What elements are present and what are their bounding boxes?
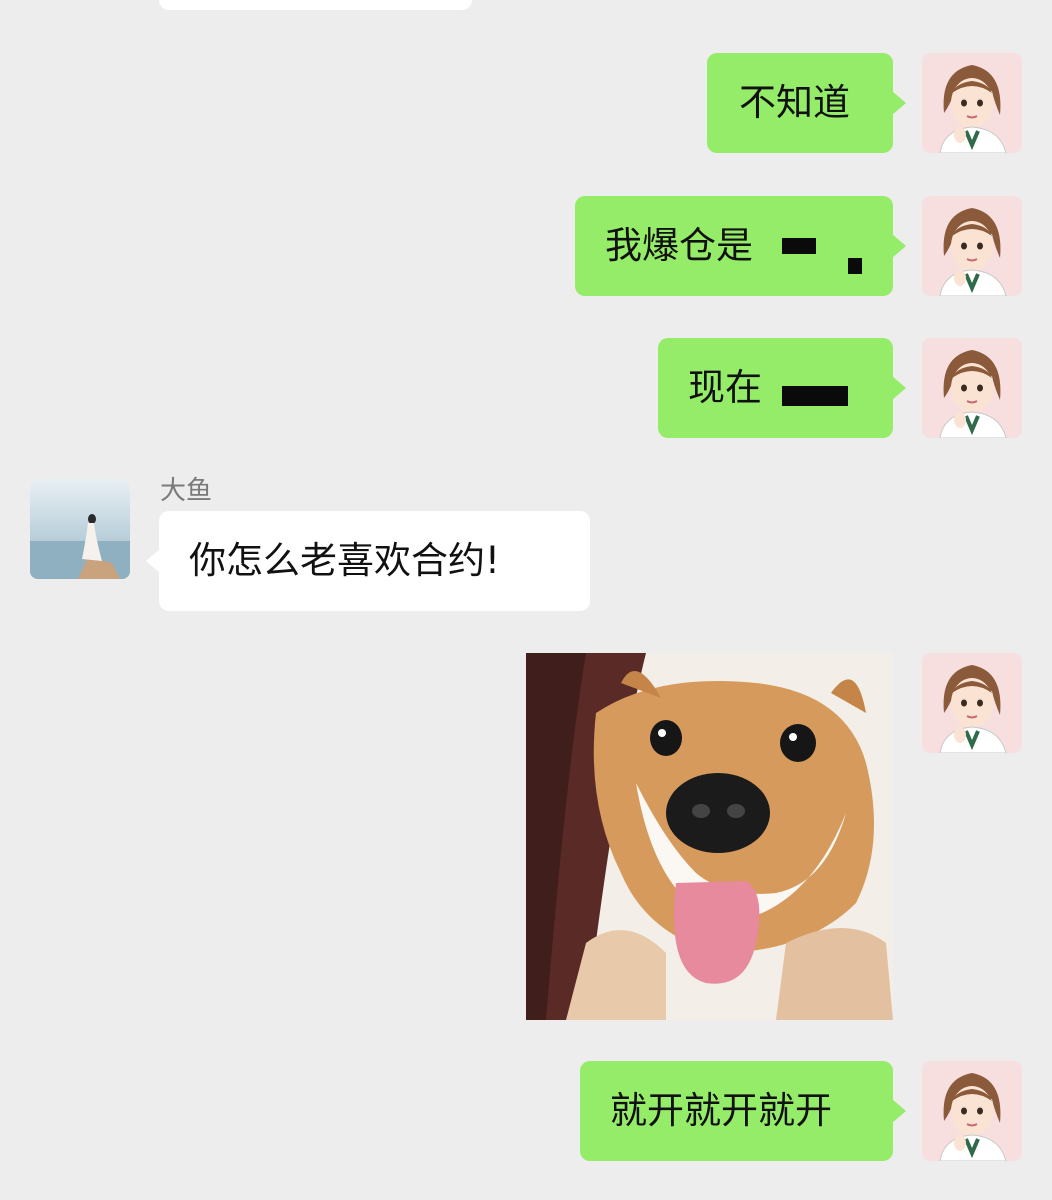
self-avatar[interactable] [922, 53, 1022, 153]
message-text: 不知道 [739, 81, 850, 124]
message-text: 我爆仓是 [605, 224, 753, 267]
self-avatar[interactable] [922, 338, 1022, 438]
self-avatar[interactable] [922, 1061, 1022, 1161]
shiba-dog-photo-icon [526, 653, 893, 1020]
other-avatar[interactable] [30, 479, 130, 579]
redaction-mark [782, 238, 816, 254]
message-text: 你怎么老喜欢合约! [189, 539, 500, 582]
message-bubble-6[interactable]: 就开就开就开 [580, 1061, 906, 1161]
cartoon-girl-avatar-icon [922, 1061, 1022, 1161]
message-bubble-3[interactable]: 现在 [658, 338, 906, 438]
message-text: 就开就开就开 [610, 1089, 832, 1132]
beach-woman-avatar-icon [30, 479, 130, 579]
self-avatar[interactable] [922, 196, 1022, 296]
cartoon-girl-avatar-icon [922, 338, 1022, 438]
self-avatar[interactable] [922, 653, 1022, 753]
message-bubble-1[interactable]: 不知道 [707, 53, 906, 153]
message-bubble-4[interactable]: 你怎么老喜欢合约! [146, 511, 590, 611]
redaction-mark [848, 258, 862, 274]
cartoon-girl-avatar-icon [922, 196, 1022, 296]
cartoon-girl-avatar-icon [922, 53, 1022, 153]
sender-name: 大鱼 [160, 476, 213, 506]
cartoon-girl-avatar-icon [922, 653, 1022, 753]
message-bubble-2[interactable]: 我爆仓是 [575, 196, 906, 296]
image-message[interactable] [526, 653, 893, 1020]
previous-message-bubble[interactable] [159, 0, 472, 10]
message-text: 现在 [688, 366, 762, 409]
redaction-mark [782, 386, 848, 406]
